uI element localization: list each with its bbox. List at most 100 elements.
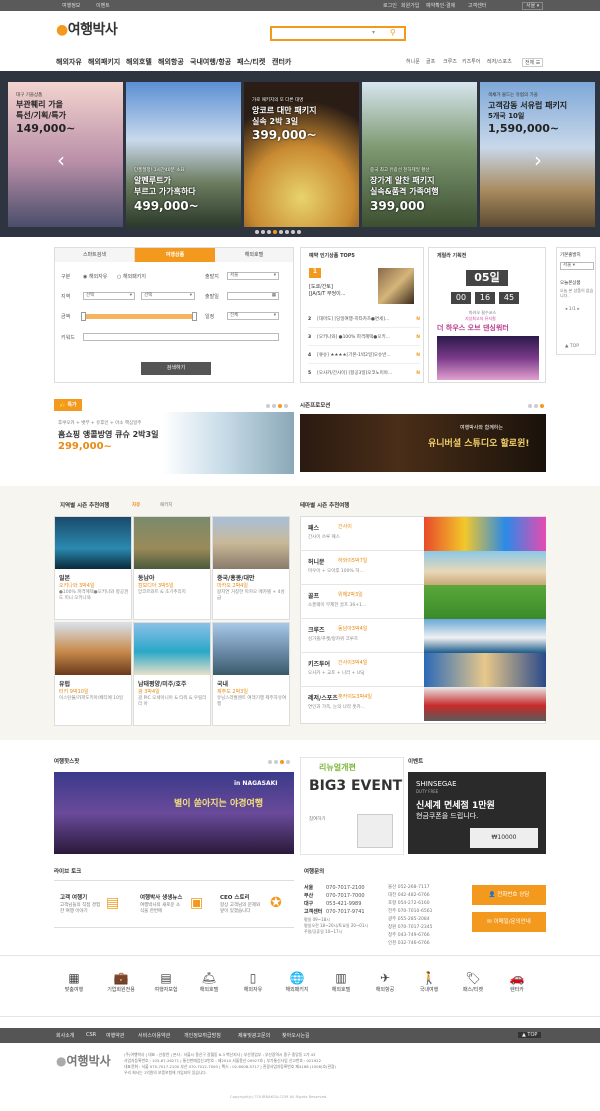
footer-link-terms[interactable]: 여행약관	[106, 1032, 124, 1039]
quicklink[interactable]: ▯ 해외자유	[233, 970, 273, 993]
site-logo[interactable]: ●여행박사	[56, 19, 118, 39]
quicklink[interactable]: ▥ 해외호텔	[321, 970, 361, 993]
footer-link-about[interactable]: 회사소개	[56, 1032, 74, 1039]
theme-item[interactable]: 키즈투어 간사이3박4일 오사카 + 교토 + 나라 + USJ	[300, 653, 546, 687]
hero-dot[interactable]	[255, 230, 259, 234]
nav-domestic[interactable]: 국내여행/항공	[190, 57, 231, 67]
topbar-customer-center-link[interactable]: 고객센터	[468, 2, 486, 9]
search-input[interactable]	[275, 28, 375, 39]
regional-tab-free[interactable]: 자유	[132, 502, 140, 508]
hotspot-banner[interactable]: in NAGASAKI 별이 쏟아지는 야경여행	[54, 772, 294, 854]
theme-item[interactable]: 패스 간사이 간사이 쓰루 패스	[300, 517, 546, 551]
top5-rank-1-sub[interactable]: [JA/S/T 부엉이...	[309, 290, 346, 297]
hotspot-dot-active[interactable]	[280, 760, 284, 764]
search-submit-button[interactable]: 검색하기	[141, 362, 211, 375]
radio-package[interactable]: ○ 해외패키지	[117, 273, 146, 280]
guerrilla-promo-title[interactable]: 더 하우스 오브 댄싱워터	[437, 323, 509, 333]
footer-link-csr[interactable]: CSR	[86, 1032, 96, 1038]
top5-item[interactable]: 5 [오사카/간사이] [항공3일]오코노미야... N	[308, 366, 420, 382]
tab-travel-products[interactable]: 여행상품	[135, 248, 215, 262]
special-dot[interactable]	[284, 404, 288, 408]
price-slider-max-handle[interactable]	[192, 312, 197, 321]
subnav-cruise[interactable]: 크루즈	[443, 58, 457, 65]
special-dot[interactable]	[272, 404, 276, 408]
quicklink[interactable]: 🛎 해외호텔	[189, 970, 229, 993]
top5-item[interactable]: 2 [대마도] [당일여행-히타카츠●면세]... N	[308, 312, 420, 328]
subnav-leisure[interactable]: 레저/스포츠	[487, 58, 512, 65]
season-promo-banner[interactable]: 여행박사와 함께하는 유니버셜 스튜디오 할로윈!	[300, 414, 546, 472]
footer-link-directions[interactable]: 찾아오시는길	[282, 1032, 310, 1039]
livetalk-item[interactable]: CEO 스토리 항상 고객님의 문제와 앞이 있겠습니다 ✪	[214, 881, 294, 927]
price-slider[interactable]	[83, 314, 195, 319]
nav-overseas-hotel[interactable]: 해외호텔	[126, 57, 152, 67]
tab-overseas-hotel[interactable]: 해외호텔	[215, 248, 293, 262]
region-card[interactable]: 국내 제주도 2박3일 유닝스라벌렌트 여객기행 제주자유여행	[212, 622, 290, 726]
subnav-all-button[interactable]: 전체 ☰	[522, 58, 544, 67]
hotspot-dot[interactable]	[286, 760, 290, 764]
top5-item[interactable]: 3 [오키나와] ●100% 파격혜택●오키... N	[308, 330, 420, 346]
hotspot-dot[interactable]	[274, 760, 278, 764]
hero-dot-active[interactable]	[273, 230, 277, 234]
date-input[interactable]: ▦	[227, 292, 279, 300]
search-dropdown-arrow[interactable]: ▾	[372, 29, 375, 36]
footer-top-button[interactable]: ▲ TOP	[518, 1032, 542, 1038]
region-card[interactable]: 유럽 터키 9박10일 이스탄불/카파도키아/페티예 10일	[54, 622, 132, 726]
quicklink[interactable]: 🌐 해외패키지	[277, 970, 317, 993]
nav-pass-ticket[interactable]: 패스/티켓	[237, 57, 265, 67]
event-banner[interactable]: SHINSEGAE DUTY FREE 신세계 면세점 1만원 현금쿠폰을 드립…	[408, 772, 546, 854]
phone-consult-button[interactable]: 👤 전화번호 상담	[472, 885, 546, 905]
subnav-golf[interactable]: 골프	[426, 58, 435, 65]
region-card[interactable]: 남태평양/미주/호주 괌 3박4일 괌 PIC 오세아니아 & 타워 & 우릴리리 …	[133, 622, 211, 726]
footer-link-privacy[interactable]: 개인정보취급방침	[184, 1032, 221, 1039]
quicklink[interactable]: 🏷 패스/티켓	[453, 970, 493, 993]
depart-select[interactable]: 서울 ▾	[227, 272, 279, 280]
topbar-travel-info-link[interactable]: 여행정보	[62, 2, 80, 9]
hero-dot[interactable]	[285, 230, 289, 234]
price-slider-min-handle[interactable]	[81, 312, 86, 321]
regional-tab-package[interactable]: 패키지	[160, 502, 172, 508]
hotspot-dot[interactable]	[268, 760, 272, 764]
season-dot[interactable]	[534, 404, 538, 408]
duration-select[interactable]: 전체 ▾	[227, 312, 279, 320]
email-inquiry-button[interactable]: ✉ 이메일/문의안내	[472, 912, 546, 932]
nav-overseas-air[interactable]: 해외항공	[158, 57, 184, 67]
footer-link-service-terms[interactable]: 서비스이용약관	[138, 1032, 170, 1039]
hero-next-arrow[interactable]: ›	[531, 146, 545, 174]
topbar-signup-link[interactable]: 회원가입	[401, 2, 419, 9]
hero-dot[interactable]	[279, 230, 283, 234]
quicklink[interactable]: 🚗 렌터카	[497, 970, 537, 993]
top5-item[interactable]: 4 [큐슈] ★★★★[기본-1박2일]오슈반... N	[308, 348, 420, 364]
search-icon[interactable]: ⚲	[390, 28, 396, 37]
quicklink[interactable]: ▤ 여행자보험	[146, 970, 186, 993]
keyword-input[interactable]	[83, 333, 279, 341]
region-select-1[interactable]: 선택 ▾	[83, 292, 135, 300]
topbar-lang-select[interactable]: 서울 ▾	[522, 1, 544, 10]
special-banner[interactable]: 후쿠오카 + 벳부 + 유후인 + 아소 핵심일주 홈쇼핑 앵콜방영 큐슈 2박…	[54, 412, 294, 474]
subnav-honeymoon[interactable]: 허니문	[406, 58, 420, 65]
guerrilla-promo-image[interactable]	[437, 336, 539, 380]
footer-link-partnership[interactable]: 제휴및광고문의	[238, 1032, 270, 1039]
hero-prev-arrow[interactable]: ‹	[54, 146, 68, 174]
theme-item[interactable]: 레저/스포츠 홋카이도3박4일 연인과 가족, 눈의 나라 홋카...	[300, 687, 546, 721]
region-select-2[interactable]: 선택 ▾	[141, 292, 195, 300]
hero-dot[interactable]	[267, 230, 271, 234]
top5-rank-1-title[interactable]: [도쿄/간토]	[309, 283, 333, 290]
region-card[interactable]: 일본 오키나와 3박4일 ●100% 파격혜택●오키나와 항공권 도 미니 오키나와	[54, 516, 132, 620]
topbar-event-link[interactable]: 이벤트	[96, 2, 110, 9]
radio-free[interactable]: ◉ 해외자유	[83, 273, 107, 280]
big3-event-banner[interactable]: 리뉴얼개편 BIG3 EVENT 참여하기	[300, 757, 404, 855]
nav-overseas-package[interactable]: 해외패키지	[88, 57, 120, 67]
topbar-login-link[interactable]: 로그인	[383, 2, 397, 9]
quicklink[interactable]: ▦ 맞춤여행	[54, 970, 94, 993]
quicklink[interactable]: 💼 기업회원전용	[101, 970, 141, 993]
hero-dot[interactable]	[297, 230, 301, 234]
livetalk-item[interactable]: 여행박사 생생뉴스 여행박사의 새로운 소식을 한번에 ▣	[134, 881, 214, 927]
nav-rentcar[interactable]: 캔터카	[272, 57, 291, 67]
side-top-button[interactable]: ▲ TOP	[565, 344, 579, 349]
season-dot[interactable]	[528, 404, 532, 408]
hero-dot[interactable]	[291, 230, 295, 234]
region-card[interactable]: 중국/홍콩/대만 마카오 2박4일 왕지연 거창한 마카오 메카텔 + 4성급	[212, 516, 290, 620]
theme-item[interactable]: 허니문 하와이5박7일 마우이 + 오아후 100% 허...	[300, 551, 546, 585]
hero-dot[interactable]	[261, 230, 265, 234]
region-card[interactable]: 동남아 캄보디아 3박5일 앙코르와트 & 초기추리지	[133, 516, 211, 620]
